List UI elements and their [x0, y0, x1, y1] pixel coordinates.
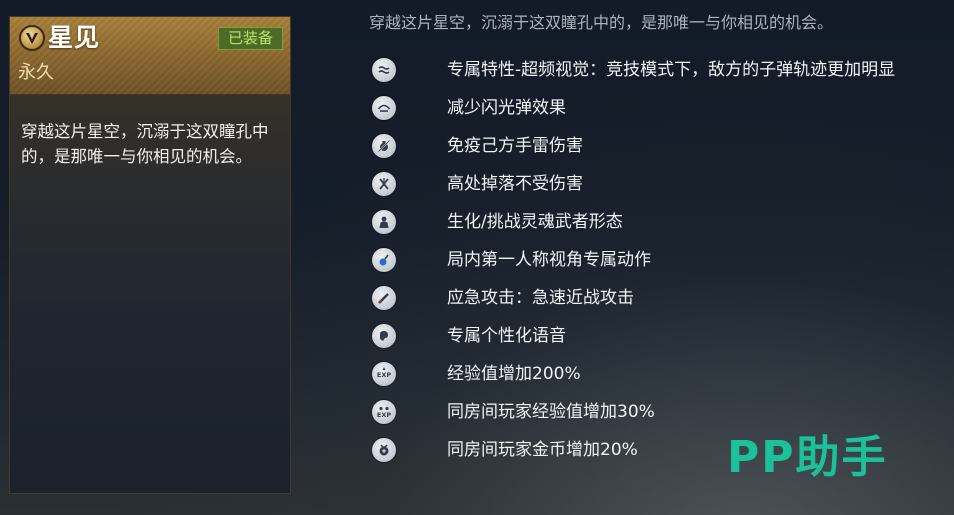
item-name: 星见: [48, 23, 101, 52]
first-person-icon: [372, 248, 396, 272]
perk-label: 经验值增加200%: [447, 364, 581, 384]
perk-item: 专属个性化语音: [372, 317, 895, 355]
perk-item: EXP 同房间玩家经验值增加30%: [372, 393, 895, 431]
perk-label: 免疫己方手雷伤害: [447, 136, 583, 156]
equipped-badge: 已装备: [218, 27, 283, 50]
room-exp-icon: EXP: [372, 400, 396, 424]
header-description: 穿越这片星空，沉溺于这双瞳孔中的，是那唯一与你相见的机会。: [369, 13, 834, 32]
wave-eye-icon: [372, 58, 396, 82]
perk-label: 专属特性-超频视觉：竞技模式下，敌方的子弹轨迹更加明显: [447, 60, 896, 80]
exp-icon: EXP: [372, 362, 396, 386]
perk-item: 生化/挑战灵魂武者形态: [372, 203, 895, 241]
perk-item: 局内第一人称视角专属动作: [372, 241, 895, 279]
perk-item: 减少闪光弹效果: [372, 89, 895, 127]
ghost-form-icon: [372, 210, 396, 234]
perk-item: EXP 经验值增加200%: [372, 355, 895, 393]
perk-label: 专属个性化语音: [447, 326, 566, 346]
fall-damage-icon: [372, 172, 396, 196]
perk-item: 高处掉落不受伤害: [372, 165, 895, 203]
perk-label: 减少闪光弹效果: [447, 98, 566, 118]
perk-label: 同房间玩家经验值增加30%: [447, 402, 655, 422]
grenade-immune-icon: [372, 134, 396, 158]
coin-icon: [372, 438, 396, 462]
perk-label: 高处掉落不受伤害: [447, 174, 583, 194]
perk-label: 生化/挑战灵魂武者形态: [447, 212, 623, 232]
perk-item: 应急攻击：急速近战攻击: [372, 279, 895, 317]
perk-label: 应急攻击：急速近战攻击: [447, 288, 634, 308]
perk-label: 局内第一人称视角专属动作: [447, 250, 651, 270]
perk-item: 免疫己方手雷伤害: [372, 127, 895, 165]
perk-item: 专属特性-超频视觉：竞技模式下，敌方的子弹轨迹更加明显: [372, 51, 895, 89]
watermark-logo: PP助手: [727, 432, 888, 483]
perk-list: 专属特性-超频视觉：竞技模式下，敌方的子弹轨迹更加明显 减少闪光弹效果 免疫己方…: [372, 51, 895, 469]
flash-reduce-icon: [372, 96, 396, 120]
svg-text:EXP: EXP: [377, 411, 391, 419]
voice-icon: [372, 324, 396, 348]
perk-label: 同房间玩家金币增加20%: [447, 440, 638, 460]
melee-icon: [372, 286, 396, 310]
svg-text:EXP: EXP: [377, 371, 391, 379]
item-card[interactable]: 星见 已装备 永久 穿越这片星空，沉溺于这双瞳孔中的，是那唯一与你相见的机会。: [9, 16, 291, 494]
item-duration: 永久: [18, 62, 54, 83]
item-description: 穿越这片星空，沉溺于这双瞳孔中的，是那唯一与你相见的机会。: [21, 122, 269, 166]
vip-badge-icon: [19, 25, 45, 51]
